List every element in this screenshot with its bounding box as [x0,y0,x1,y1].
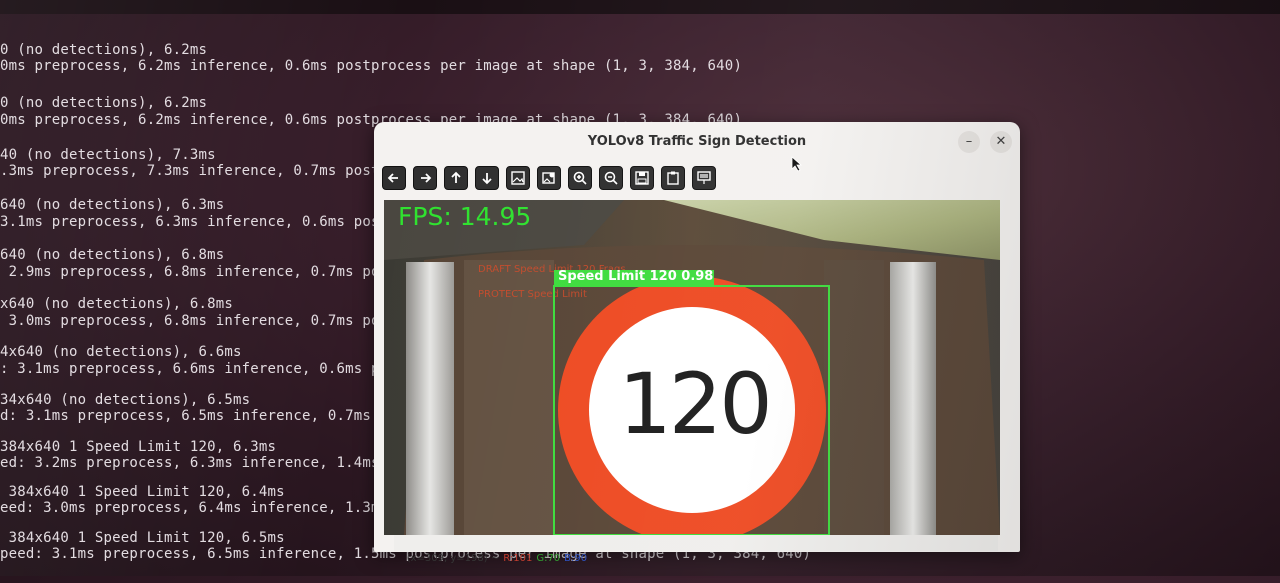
terminal-line: d: 3.1ms preprocess, 6.5ms inference, 0.… [0,408,432,424]
zoom-out-button[interactable] [599,166,623,190]
arrow-left-icon [387,173,398,183]
terminal-line: 3.1ms preprocess, 6.3ms inference, 0.6ms… [0,214,397,230]
pixel-blue: B:90 [564,553,588,564]
terminal-line: 640 (no detections), 6.3ms [0,197,225,213]
pan-right-button[interactable] [413,166,437,190]
terminal-line: 3.0ms preprocess, 6.8ms inference, 0.7ms… [0,313,415,329]
terminal-line: 640 (no detections), 6.8ms [0,247,225,263]
save-image-button[interactable] [630,166,654,190]
terminal-line: 384x640 1 Speed Limit 120, 6.4ms [0,484,285,500]
top-panel [0,0,1280,14]
terminal-line: 0ms preprocess, 6.2ms inference, 0.6ms p… [0,58,743,74]
cursor-coords: (x=309, y=198) ~ [406,553,500,564]
camera-frame[interactable]: DRAFT Speed Limit 120 Frags PROTECT Spee… [384,200,1000,535]
detection-label: Speed Limit 120 0.98 [558,269,714,284]
detection-window[interactable]: YOLOv8 Traffic Sign Detection – ✕ DRAFT … [374,122,1020,564]
terminal-line: x640 (no detections), 6.8ms [0,296,233,312]
terminal-line: 0 (no detections), 6.2ms [0,95,208,111]
properties-icon [697,171,711,184]
pan-up-button[interactable] [444,166,468,190]
pixel-red: R:101 [503,553,533,564]
window-title: YOLOv8 Traffic Sign Detection [587,134,807,149]
minimize-button[interactable]: – [958,131,980,153]
zoom-in-icon [573,171,587,185]
terminal-line: : 3.1ms preprocess, 6.6ms inference, 0.6… [0,361,423,377]
image-icon [511,171,525,185]
terminal-line: 4x640 (no detections), 6.6ms [0,344,242,360]
terminal-line: 384x640 1 Speed Limit 120, 6.5ms [0,530,285,546]
zoom-out-icon [604,171,618,185]
terminal-line: 40 (no detections), 7.3ms [0,147,216,163]
copy-to-clipboard-button[interactable] [661,166,685,190]
status-bar: (x=309, y=198) ~ R:101 G:70 B:90 [394,535,998,564]
save-icon [635,171,649,185]
arrow-right-icon [421,173,432,183]
window-titlebar[interactable]: YOLOv8 Traffic Sign Detection – ✕ [374,122,1020,172]
terminal-line: 34x640 (no detections), 6.5ms [0,392,251,408]
arrow-down-icon [482,173,492,185]
arrow-up-icon [451,171,461,183]
mouse-cursor-icon [791,156,803,172]
zoom-original-button[interactable] [537,166,561,190]
close-button[interactable]: ✕ [990,131,1012,153]
terminal-line: 0 (no detections), 6.2ms [0,42,208,58]
terminal-line: 2.9ms preprocess, 6.8ms inference, 0.7ms… [0,264,415,280]
properties-button[interactable] [692,166,716,190]
fps-counter: FPS: 14.95 [398,202,532,231]
terminal-line: .3ms preprocess, 7.3ms inference, 0.7ms … [0,163,389,179]
sign-number: 120 [618,355,772,453]
pan-down-button[interactable] [475,166,499,190]
clipboard-icon [667,171,679,185]
pixel-green: G:70 [536,553,561,564]
zoom-in-button[interactable] [568,166,592,190]
image-settings-icon [542,172,555,184]
pan-left-button[interactable] [382,166,406,190]
zoom-fit-button[interactable] [506,166,530,190]
terminal-line: 384x640 1 Speed Limit 120, 6.3ms [0,439,277,455]
svg-text:PROTECT Speed Limit: PROTECT Speed Limit [478,289,587,300]
